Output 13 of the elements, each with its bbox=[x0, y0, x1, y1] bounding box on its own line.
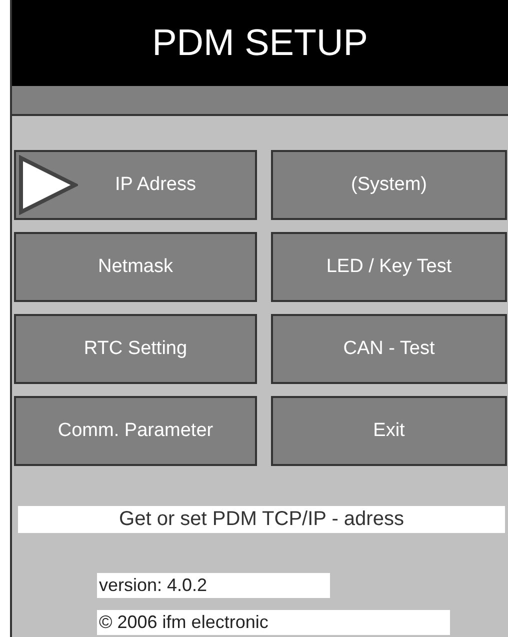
version-text: version: 4.0.2 bbox=[97, 573, 330, 598]
menu-button[interactable]: Comm. Parameter bbox=[14, 396, 257, 466]
menu-button[interactable]: LED / Key Test bbox=[271, 232, 507, 302]
menu-button[interactable]: IP Adress bbox=[14, 150, 257, 220]
menu-button[interactable]: CAN - Test bbox=[271, 314, 507, 384]
menu-button[interactable]: (System) bbox=[271, 150, 507, 220]
menu-button[interactable]: Exit bbox=[271, 396, 507, 466]
copyright-text: © 2006 ifm electronic bbox=[97, 610, 450, 635]
menu-button[interactable]: Netmask bbox=[14, 232, 257, 302]
menu-button[interactable]: RTC Setting bbox=[14, 314, 257, 384]
window-title: PDM SETUP bbox=[12, 0, 508, 86]
description-text: Get or set PDM TCP/IP - adress bbox=[18, 506, 505, 533]
pointer-icon bbox=[18, 155, 78, 215]
